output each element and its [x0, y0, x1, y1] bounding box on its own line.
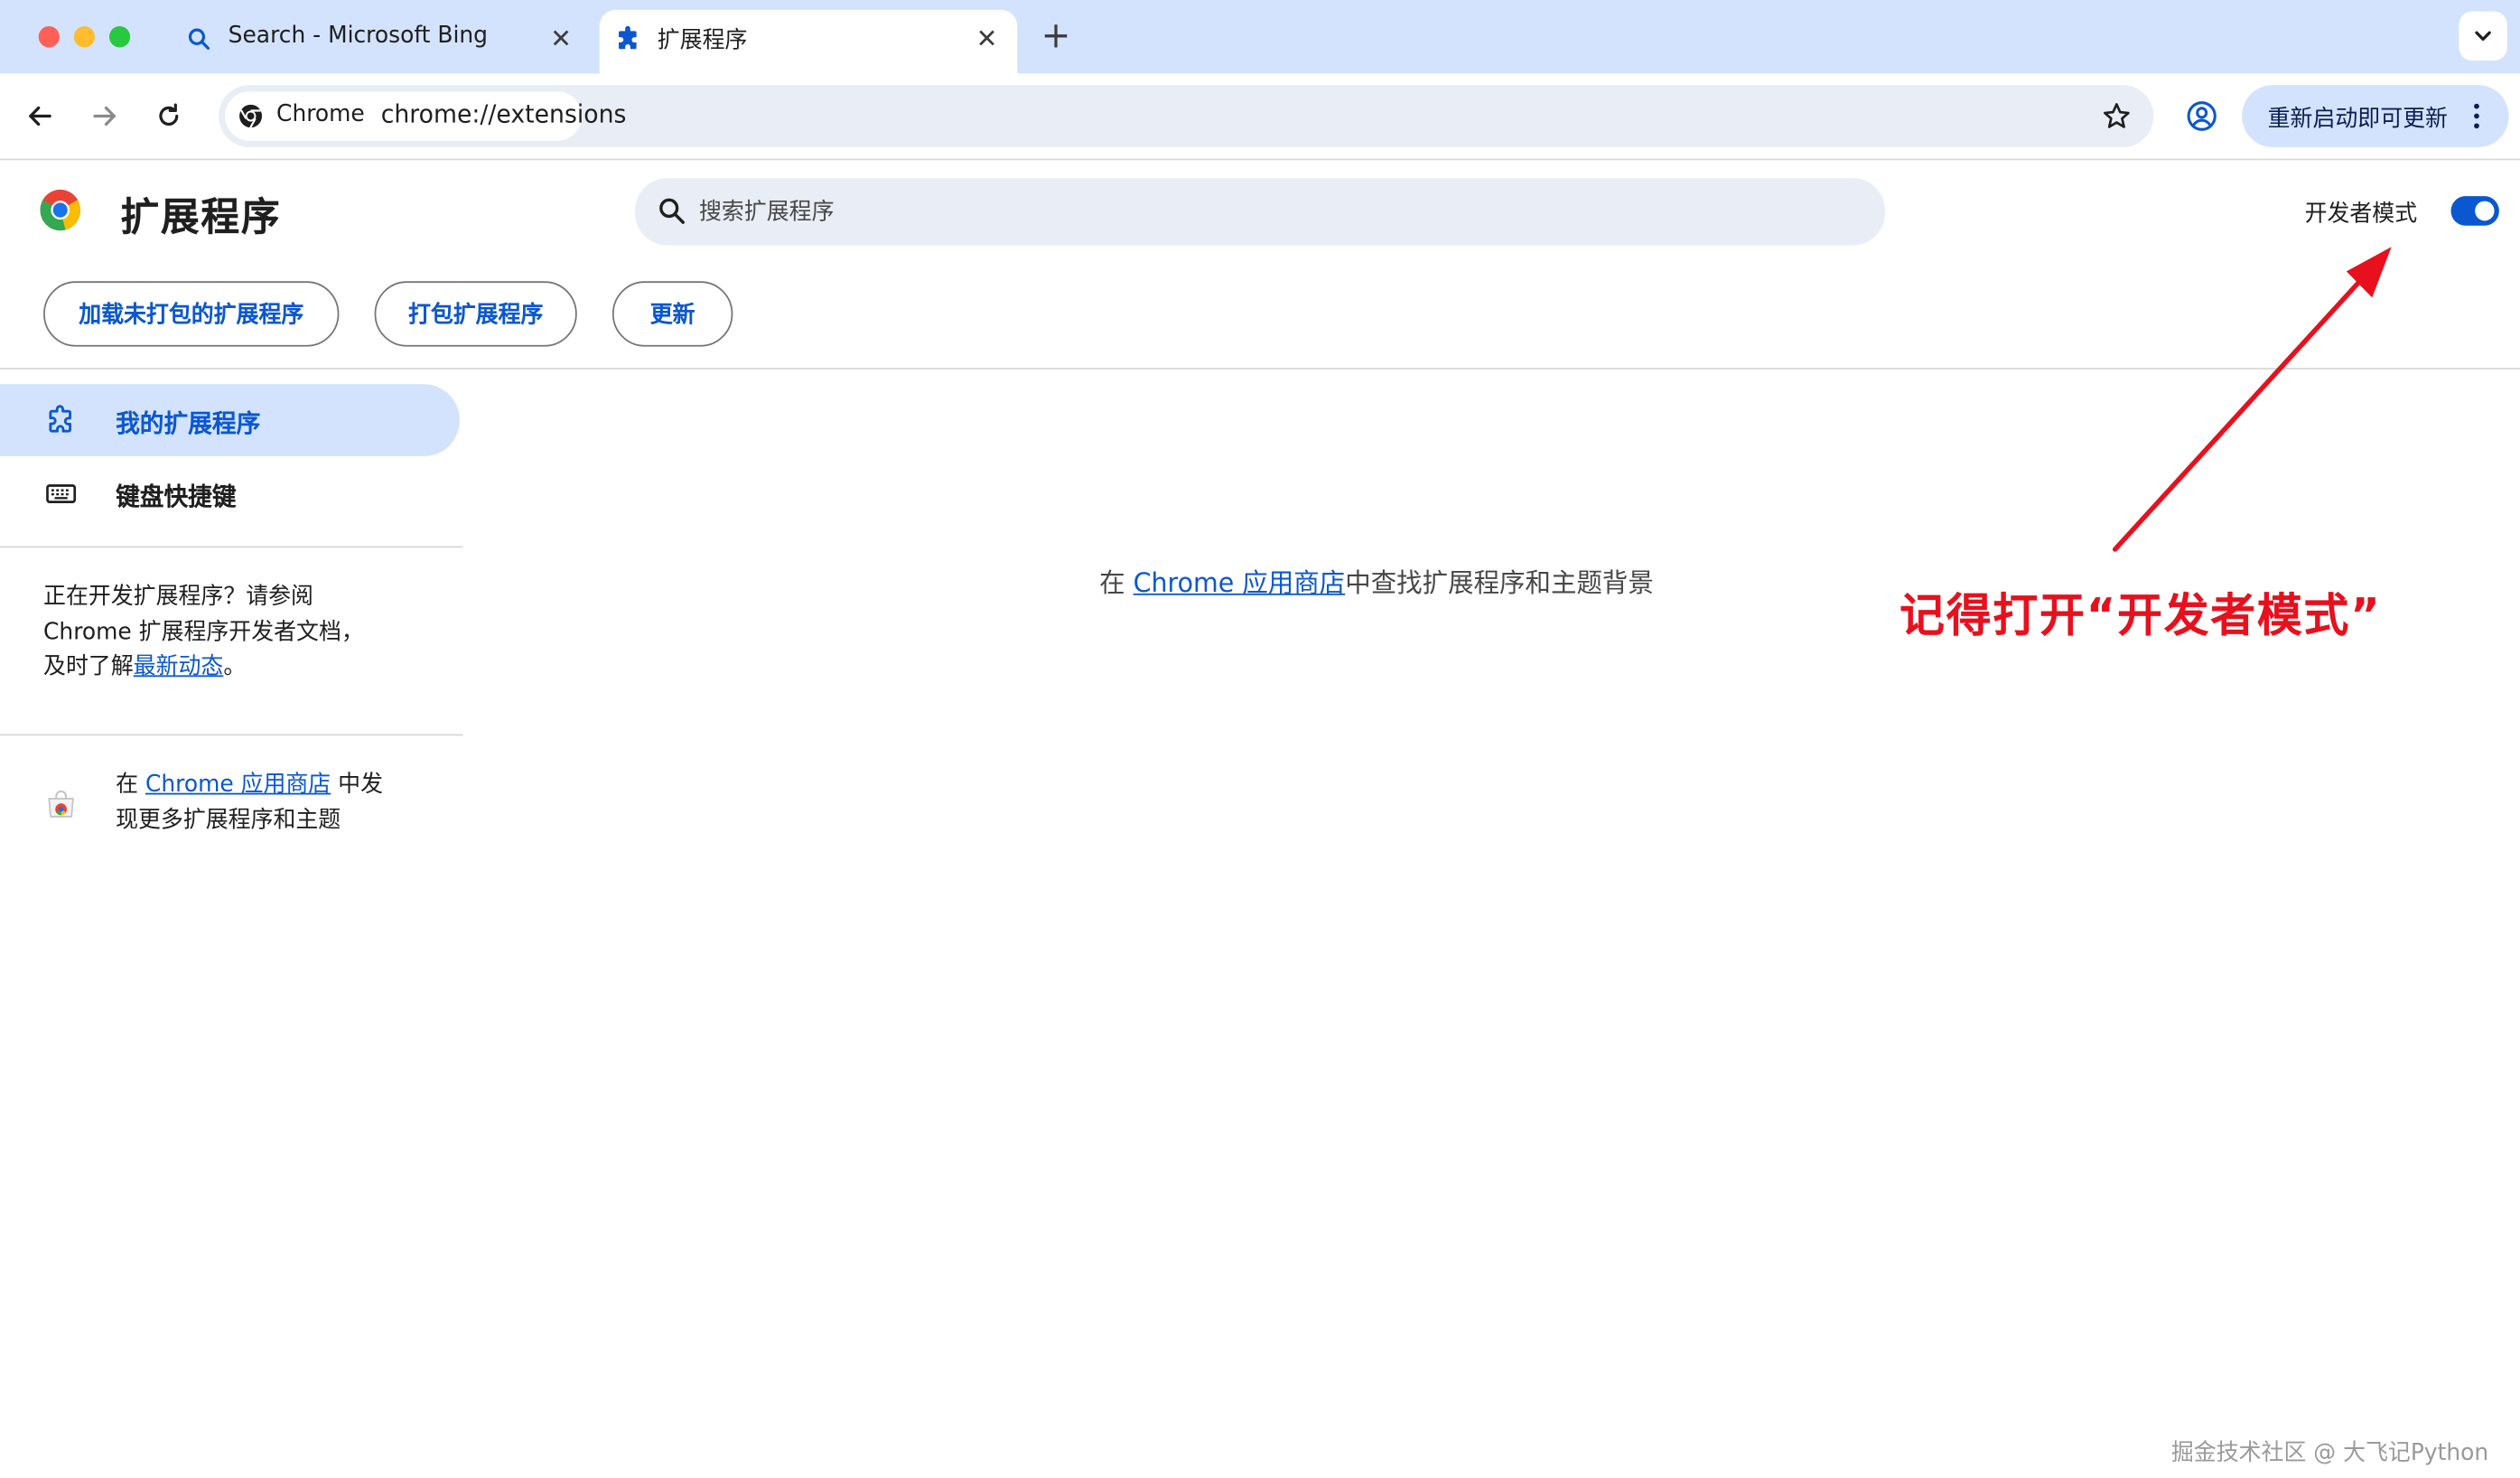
tab-bing-search[interactable]: Search - Microsoft Bing ✕ — [161, 10, 592, 74]
toolbar: Chrome chrome://extensions 重新启动即可更新 — [0, 73, 2520, 161]
reload-button[interactable] — [148, 95, 190, 137]
new-tab-button[interactable]: + — [1035, 14, 1077, 57]
more-vert-icon[interactable] — [2472, 99, 2482, 132]
promo-suffix: 中发 — [331, 772, 383, 799]
puzzle-icon — [615, 25, 640, 52]
sidebar-divider — [0, 734, 463, 736]
tab-title: Search - Microsoft Bing — [228, 23, 488, 50]
dev-note-line: 正在开发扩展程序？请参阅 — [43, 584, 313, 611]
maximize-window-button[interactable] — [108, 25, 131, 48]
browser-window: Search - Microsoft Bing ✕ 扩展程序 ✕ + Chrom… — [0, 0, 2520, 1478]
dev-note-line: 及时了解最新动态。 — [43, 650, 429, 686]
profile-button[interactable] — [2181, 95, 2223, 137]
pack-extension-button[interactable]: 打包扩展程序 — [374, 281, 577, 347]
sidebar-item-label: 我的扩展程序 — [116, 408, 261, 439]
tab-strip: Search - Microsoft Bing ✕ 扩展程序 ✕ + — [0, 0, 2520, 74]
chrome-logo-icon — [39, 188, 82, 232]
arrow-left-icon — [29, 106, 51, 126]
sidebar-item-keyboard-shortcuts[interactable]: 键盘快捷键 — [0, 458, 460, 530]
webstore-promo: 在 Chrome 应用商店 中发 现更多扩展程序和主题 — [116, 769, 437, 839]
keyboard-icon — [45, 477, 78, 510]
webstore-promo-line: 在 Chrome 应用商店 中发 — [116, 769, 437, 804]
empty-suffix: 中查找扩展程序和主题背景 — [1345, 566, 1654, 599]
webstore-promo-line: 现更多扩展程序和主题 — [116, 807, 341, 834]
tab-extensions[interactable]: 扩展程序 ✕ — [599, 9, 1018, 74]
search-icon — [186, 26, 211, 52]
update-extensions-button[interactable]: 更新 — [611, 281, 733, 347]
address-bar[interactable]: Chrome chrome://extensions — [218, 85, 2154, 147]
empty-prefix: 在 — [1099, 566, 1134, 599]
sidebar-item-label: 键盘快捷键 — [116, 482, 237, 512]
url-text[interactable]: chrome://extensions — [381, 99, 627, 129]
relaunch-update-label: 重新启动即可更新 — [2267, 106, 2448, 133]
account-icon — [2187, 101, 2217, 131]
star-icon — [2104, 103, 2130, 128]
relaunch-update-button[interactable]: 重新启动即可更新 — [2242, 85, 2509, 147]
promo-prefix: 在 — [116, 772, 145, 799]
back-button[interactable] — [19, 95, 61, 137]
dev-mode-label: 开发者模式 — [2304, 201, 2418, 228]
dev-note-line: Chrome 扩展程序开发者文档， — [43, 618, 364, 645]
toggle-knob — [2475, 201, 2495, 221]
search-input[interactable] — [695, 192, 1828, 232]
annotation-arrow — [2112, 247, 2392, 552]
sidebar-divider — [0, 546, 463, 548]
dev-note-suffix: 。 — [223, 653, 247, 680]
annotation-text: 记得打开“开发者模式” — [1899, 588, 2382, 643]
webstore-link[interactable]: Chrome 应用商店 — [145, 772, 331, 798]
webstore-link[interactable]: Chrome 应用商店 — [1134, 567, 1346, 598]
search-extensions-box[interactable] — [634, 178, 1886, 246]
latest-news-link[interactable]: 最新动态 — [134, 654, 224, 680]
site-chip-label: Chrome — [276, 101, 365, 128]
watermark: 掘金技术社区 @ 大飞记Python — [2170, 1440, 2489, 1467]
dev-mode-toggle[interactable] — [2450, 196, 2499, 226]
bookmark-button[interactable] — [2095, 95, 2137, 137]
tab-title: 扩展程序 — [657, 27, 748, 54]
sidebar-item-my-extensions[interactable]: 我的扩展程序 — [0, 384, 460, 456]
close-window-button[interactable] — [38, 25, 60, 48]
search-icon — [658, 196, 686, 226]
minimize-window-button[interactable] — [73, 25, 95, 48]
close-tab-icon[interactable]: ✕ — [546, 22, 575, 52]
chevron-down-icon — [2475, 31, 2491, 42]
forward-button[interactable] — [84, 95, 126, 137]
dev-note-prefix: 及时了解 — [43, 653, 134, 680]
arrow-right-icon — [93, 106, 116, 126]
close-tab-icon[interactable]: ✕ — [973, 22, 1002, 52]
empty-state-message: 在 Chrome 应用商店中查找扩展程序和主题背景 — [1099, 561, 1654, 600]
extension-icon — [45, 404, 78, 436]
page-title: 扩展程序 — [120, 194, 282, 241]
load-unpacked-button[interactable]: 加载未打包的扩展程序 — [43, 281, 340, 347]
chrome-logo-icon — [238, 103, 263, 129]
reload-icon — [159, 103, 179, 126]
dev-docs-note: 正在开发扩展程序？请参阅 Chrome 扩展程序开发者文档， 及时了解最新动态。 — [43, 580, 429, 686]
webstore-icon — [45, 788, 78, 820]
tab-search-button[interactable] — [2459, 11, 2507, 61]
